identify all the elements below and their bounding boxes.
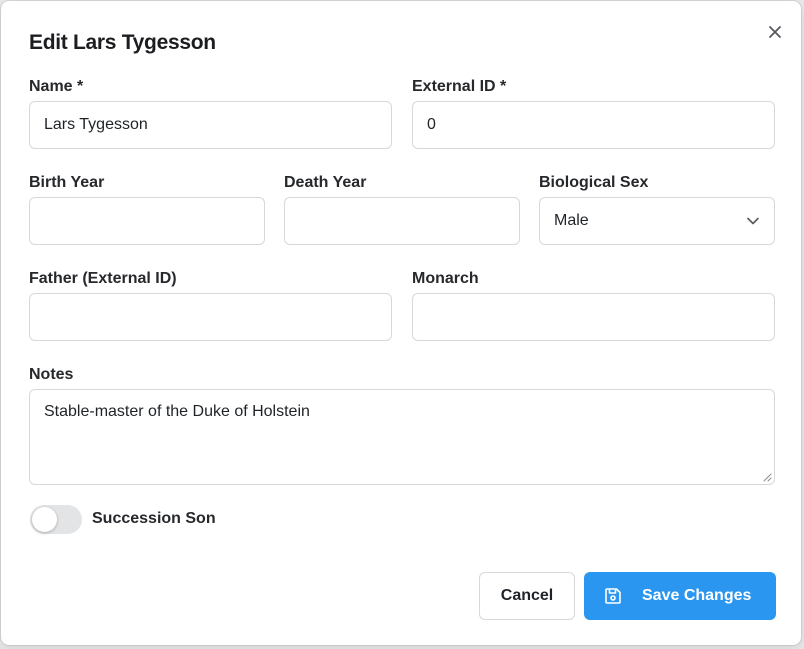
save-icon <box>605 588 621 604</box>
close-icon <box>769 26 781 38</box>
father-label: Father (External ID) <box>29 270 177 287</box>
external-id-input[interactable]: 0 <box>412 101 775 149</box>
biological-sex-label: Biological Sex <box>539 174 649 191</box>
death-year-label: Death Year <box>284 174 367 191</box>
name-value: Lars Tygesson <box>44 116 148 133</box>
save-changes-button[interactable]: Save Changes <box>584 572 776 620</box>
toggle-knob <box>32 507 57 532</box>
edit-person-dialog: Edit Lars Tygesson Name * Lars Tygesson … <box>1 1 801 645</box>
succession-son-toggle[interactable] <box>30 505 82 534</box>
monarch-input[interactable] <box>412 293 775 341</box>
notes-textarea[interactable]: Stable-master of the Duke of Holstein <box>29 389 775 485</box>
notes-label: Notes <box>29 366 74 383</box>
monarch-label: Monarch <box>412 270 479 287</box>
succession-son-label: Succession Son <box>92 510 216 527</box>
chevron-down-icon <box>747 217 759 225</box>
close-button[interactable] <box>764 21 786 43</box>
external-id-label: External ID * <box>412 78 507 95</box>
death-year-input[interactable] <box>284 197 520 245</box>
dialog-title: Edit Lars Tygesson <box>29 31 216 54</box>
birth-year-label: Birth Year <box>29 174 105 191</box>
birth-year-input[interactable] <box>29 197 265 245</box>
external-id-value: 0 <box>427 116 436 133</box>
resize-handle-icon[interactable] <box>762 472 772 482</box>
notes-value: Stable-master of the Duke of Holstein <box>44 403 310 420</box>
name-input[interactable]: Lars Tygesson <box>29 101 392 149</box>
biological-sex-select[interactable]: Male <box>539 197 775 245</box>
name-label: Name * <box>29 78 84 95</box>
biological-sex-value: Male <box>554 212 589 229</box>
father-input[interactable] <box>29 293 392 341</box>
cancel-button[interactable]: Cancel <box>479 572 575 620</box>
save-changes-label: Save Changes <box>642 587 752 604</box>
